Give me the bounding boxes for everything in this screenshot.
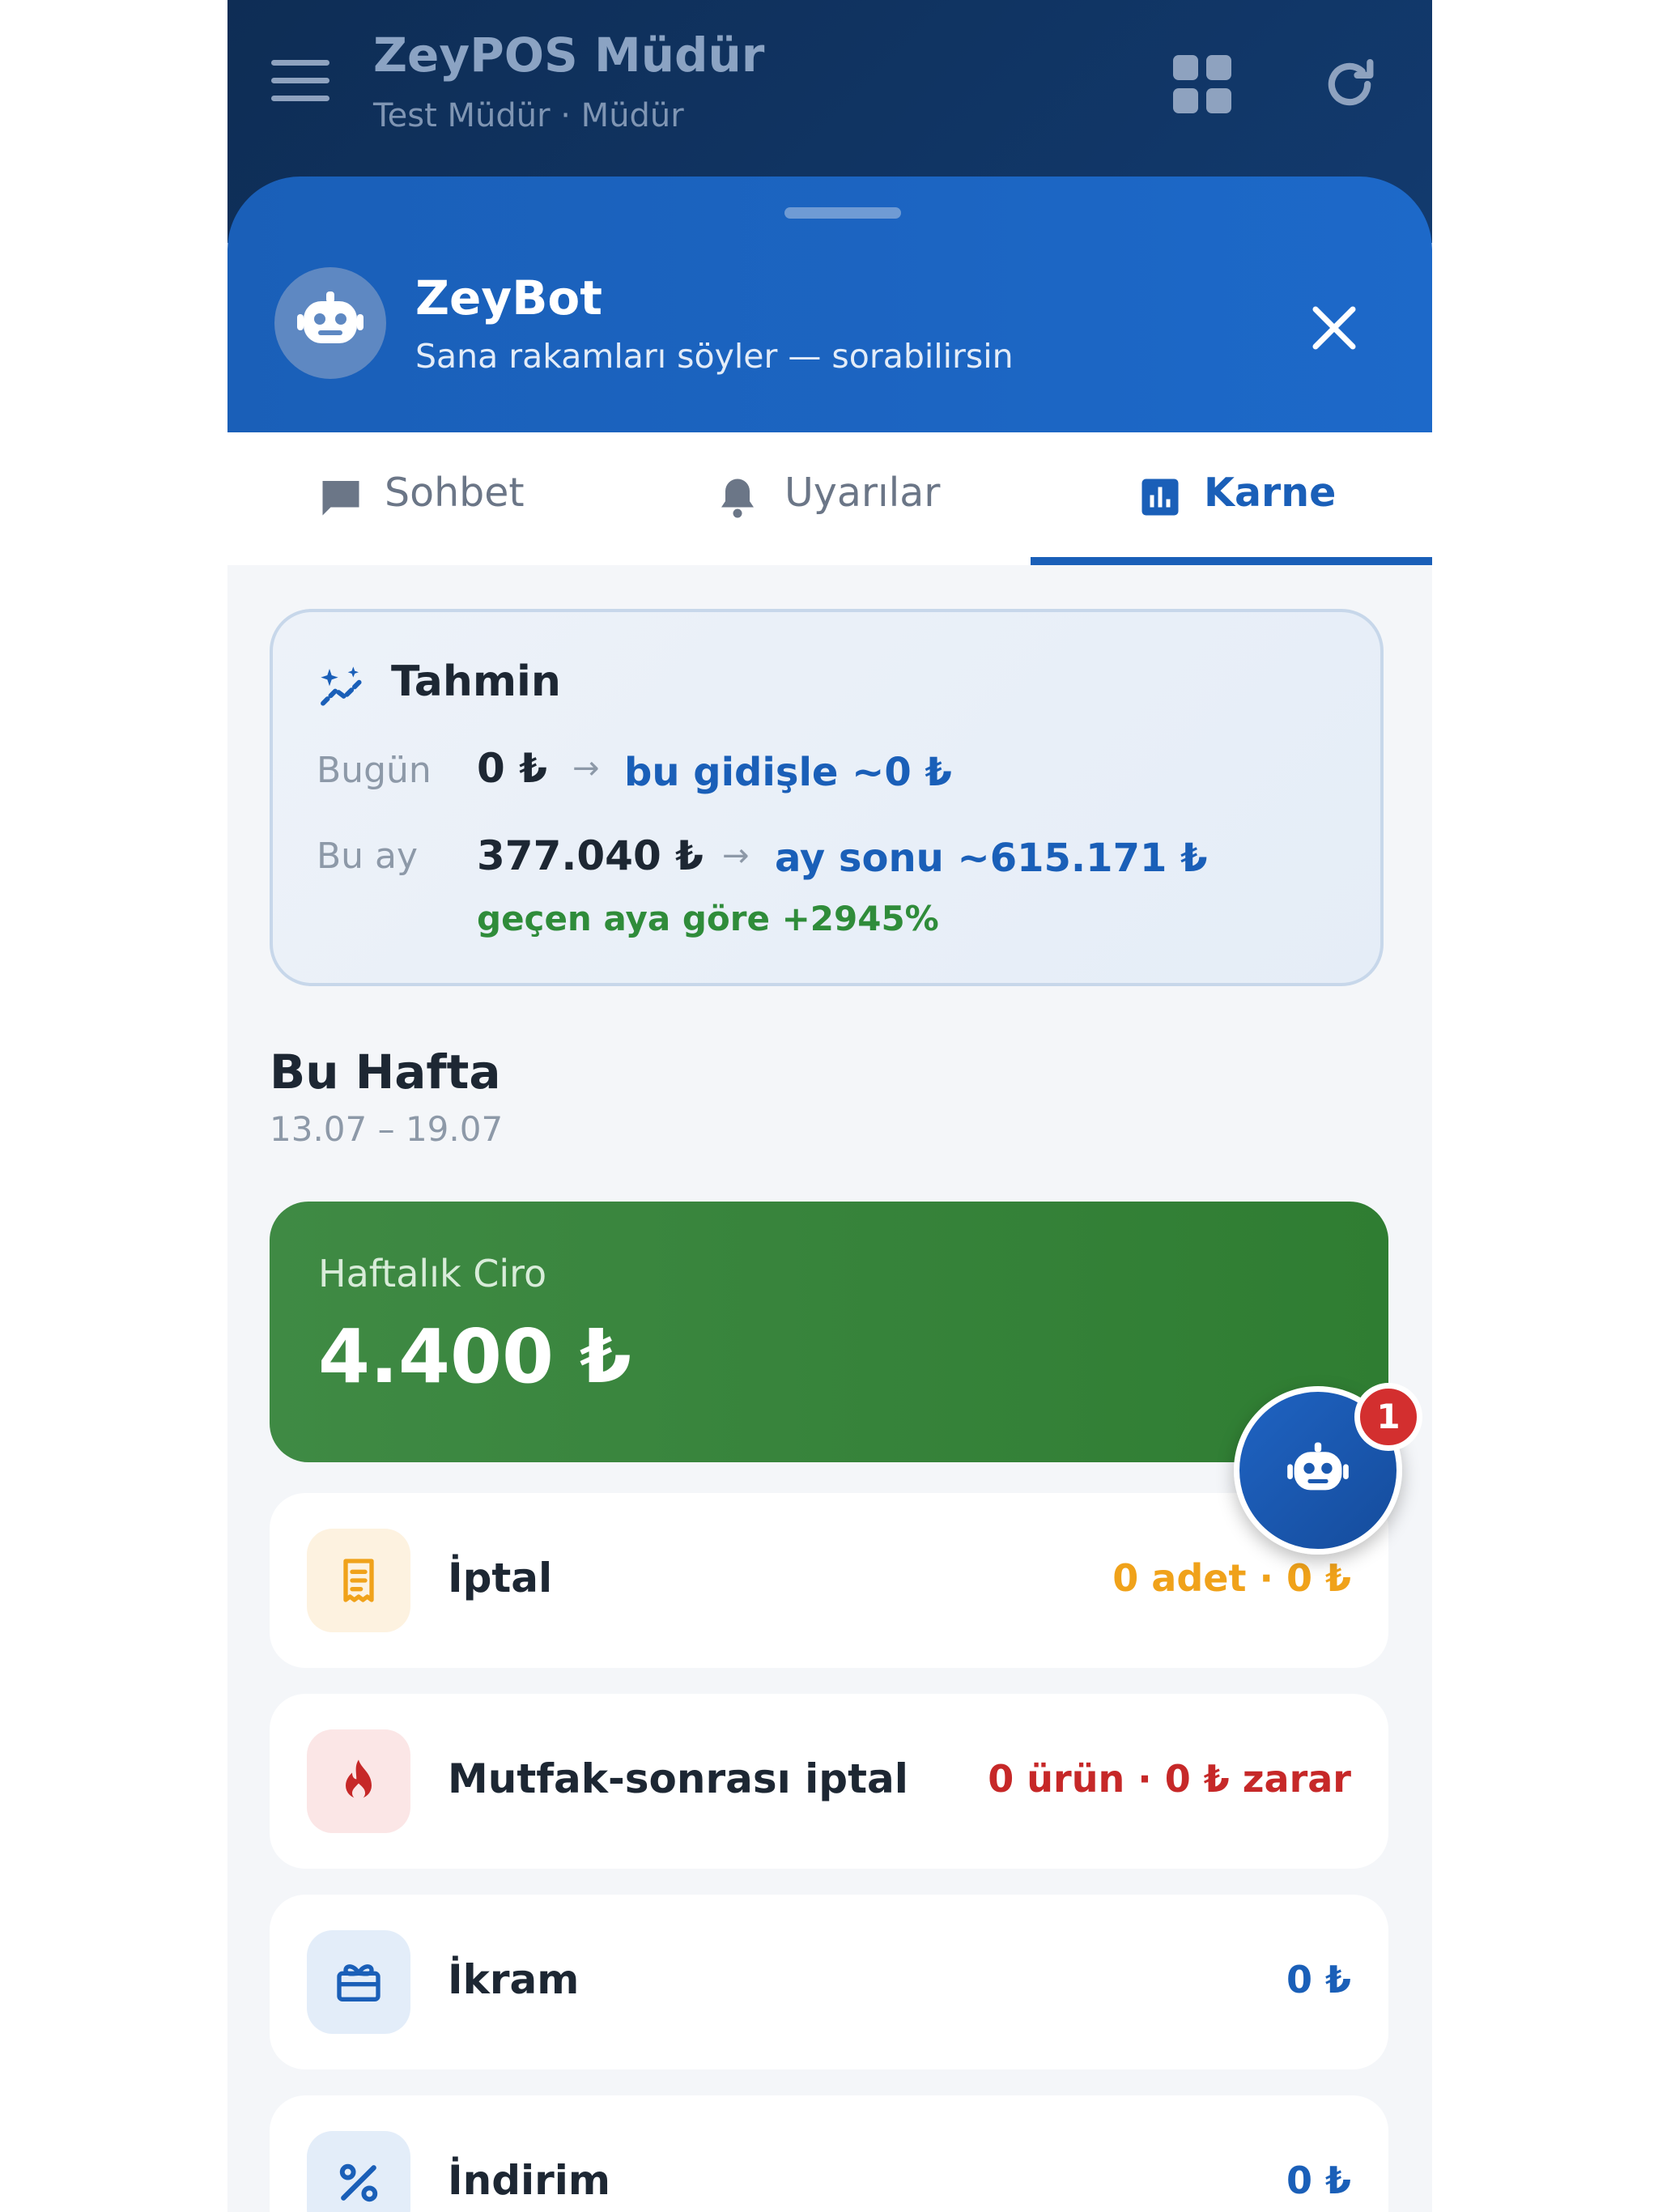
stat-value: 0 ₺ (1286, 2159, 1351, 2202)
stat-icon-box (307, 1529, 410, 1632)
month-value: 377.040 ₺ (477, 832, 704, 879)
today-value: 0 ₺ (477, 745, 547, 792)
week-date-range: 13.07 – 19.07 (270, 1109, 504, 1149)
active-tab-indicator (1031, 557, 1432, 565)
chat-icon (322, 481, 359, 516)
percent-icon (339, 2163, 378, 2202)
viewport: ZeyPOS Müdür Test Müdür · Müdür ZeyBot S… (0, 0, 1658, 2212)
forecast-card: Tahmin Bugün 0 ₺ → bu gidişle ~0 ₺ Bu ay… (270, 609, 1384, 986)
stat-row-mutfak-iptal[interactable]: Mutfak-sonrası iptal 0 ürün · 0 ₺ zarar (270, 1694, 1388, 1869)
bar-chart-icon (1141, 479, 1179, 516)
month-projection: ay sonu ~615.171 ₺ (775, 836, 1208, 881)
stat-row-iptal[interactable]: İptal 0 adet · 0 ₺ (270, 1493, 1388, 1668)
section-title: Bu Hafta (270, 1044, 501, 1100)
stat-icon-box (307, 1729, 410, 1833)
tab-label: Sohbet (385, 470, 525, 516)
drag-handle[interactable] (784, 207, 901, 219)
today-projection: bu gidişle ~0 ₺ (624, 750, 952, 795)
karne-content: Tahmin Bugün 0 ₺ → bu gidişle ~0 ₺ Bu ay… (227, 565, 1432, 2212)
stat-icon-box (307, 1930, 410, 2034)
notification-badge: 1 (1354, 1383, 1422, 1451)
bell-icon (721, 479, 754, 518)
forecast-title: Tahmin (391, 657, 561, 706)
today-label: Bugün (317, 750, 432, 791)
gift-icon (337, 1964, 380, 2001)
stat-value: 0 adet · 0 ₺ (1112, 1556, 1351, 1600)
stat-icon-box (307, 2131, 410, 2212)
stat-label: İptal (448, 1555, 553, 1602)
menu-icon[interactable] (271, 60, 329, 105)
tab-label: Uyarılar (784, 470, 941, 516)
apps-grid-icon[interactable] (1173, 55, 1231, 113)
bot-avatar (274, 267, 386, 379)
stat-label: İndirim (448, 2157, 611, 2204)
flame-icon (346, 1759, 372, 1800)
close-icon[interactable] (1304, 298, 1364, 358)
zeybot-sheet-header: ZeyBot Sana rakamları söyler — sorabilir… (227, 177, 1432, 432)
bot-tagline: Sana rakamları söyler — sorabilirsin (415, 337, 1014, 376)
stat-row-ikram[interactable]: İkram 0 ₺ (270, 1895, 1388, 2069)
tab-bar: Sohbet Uyarılar Karne (227, 432, 1432, 565)
phone-screen: ZeyPOS Müdür Test Müdür · Müdür ZeyBot S… (227, 0, 1432, 2212)
tab-sohbet[interactable]: Sohbet (317, 432, 559, 565)
stat-value: 0 ürün · 0 ₺ zarar (988, 1757, 1351, 1801)
arrow-right-icon: → (722, 837, 750, 874)
bot-name: ZeyBot (415, 270, 602, 325)
app-title: ZeyPOS Müdür (373, 28, 765, 83)
tab-karne[interactable]: Karne (1136, 432, 1379, 565)
robot-icon (1287, 1442, 1349, 1491)
stat-label: İkram (448, 1956, 580, 2003)
month-label: Bu ay (317, 836, 419, 877)
revenue-value: 4.400 ₺ (318, 1313, 632, 1400)
app-subtitle: Test Müdür · Müdür (373, 97, 684, 134)
revenue-label: Haftalık Ciro (318, 1252, 547, 1295)
refresh-icon[interactable] (1319, 53, 1380, 115)
tab-label: Karne (1204, 470, 1337, 516)
stat-label: Mutfak-sonrası iptal (448, 1755, 908, 1802)
month-change: geçen aya göre +2945% (477, 899, 939, 938)
stat-row-indirim[interactable]: İndirim 0 ₺ (270, 2095, 1388, 2212)
stat-value: 0 ₺ (1286, 1958, 1351, 2001)
sparkle-trend-icon (321, 666, 364, 706)
weekly-revenue-card: Haftalık Ciro 4.400 ₺ (270, 1202, 1388, 1462)
robot-icon (297, 291, 363, 343)
arrow-right-icon: → (572, 750, 600, 787)
receipt-icon (343, 1559, 374, 1602)
tab-uyarilar[interactable]: Uyarılar (713, 432, 988, 565)
